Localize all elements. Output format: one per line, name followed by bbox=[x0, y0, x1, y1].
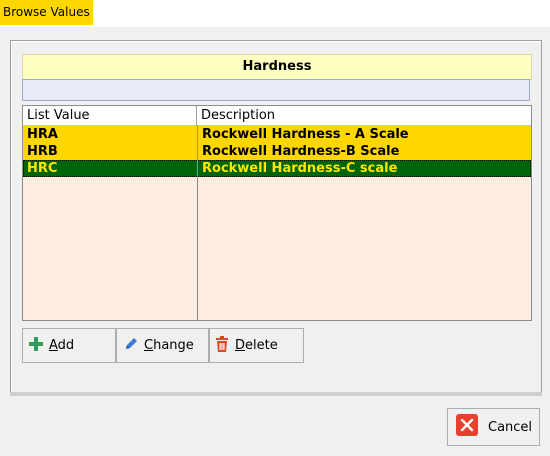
window-title: Browse Values bbox=[0, 0, 93, 25]
table-row-selected[interactable]: HRC Rockwell Hardness-C scale bbox=[23, 160, 531, 177]
cell-list-value: HRC bbox=[27, 161, 58, 176]
pencil-icon bbox=[123, 336, 139, 356]
cell-description: Rockwell Hardness - A Scale bbox=[197, 126, 531, 143]
title-bar: Browse Values bbox=[0, 0, 550, 27]
table-row[interactable]: HRB Rockwell Hardness-B Scale bbox=[23, 143, 531, 160]
values-grid[interactable]: List Value Description HRA Rockwell Hard… bbox=[22, 105, 532, 321]
frame-shadow bbox=[10, 392, 542, 396]
column-header-description[interactable]: Description bbox=[197, 106, 531, 125]
change-button[interactable]: Change bbox=[116, 328, 209, 363]
column-header-list-value[interactable]: List Value bbox=[23, 106, 197, 125]
change-label: Change bbox=[144, 338, 194, 353]
table-row[interactable]: HRA Rockwell Hardness - A Scale bbox=[23, 126, 531, 143]
add-button[interactable]: Add bbox=[22, 328, 116, 363]
filter-input[interactable] bbox=[22, 79, 530, 101]
grid-header: List Value Description bbox=[23, 106, 531, 126]
delete-label: Delete bbox=[235, 338, 278, 353]
plus-icon bbox=[28, 336, 44, 356]
cancel-label: Cancel bbox=[488, 419, 533, 435]
cell-list-value: HRA bbox=[27, 127, 58, 142]
cell-description: Rockwell Hardness-C scale bbox=[197, 160, 531, 177]
panel-heading: Hardness bbox=[22, 54, 532, 80]
cell-list-value: HRB bbox=[27, 144, 58, 159]
add-label: Add bbox=[49, 338, 75, 353]
delete-button[interactable]: Delete bbox=[209, 328, 304, 363]
cancel-button[interactable]: Cancel bbox=[447, 408, 540, 446]
trash-icon bbox=[214, 335, 230, 356]
close-icon bbox=[456, 414, 478, 440]
cell-description: Rockwell Hardness-B Scale bbox=[197, 143, 531, 160]
